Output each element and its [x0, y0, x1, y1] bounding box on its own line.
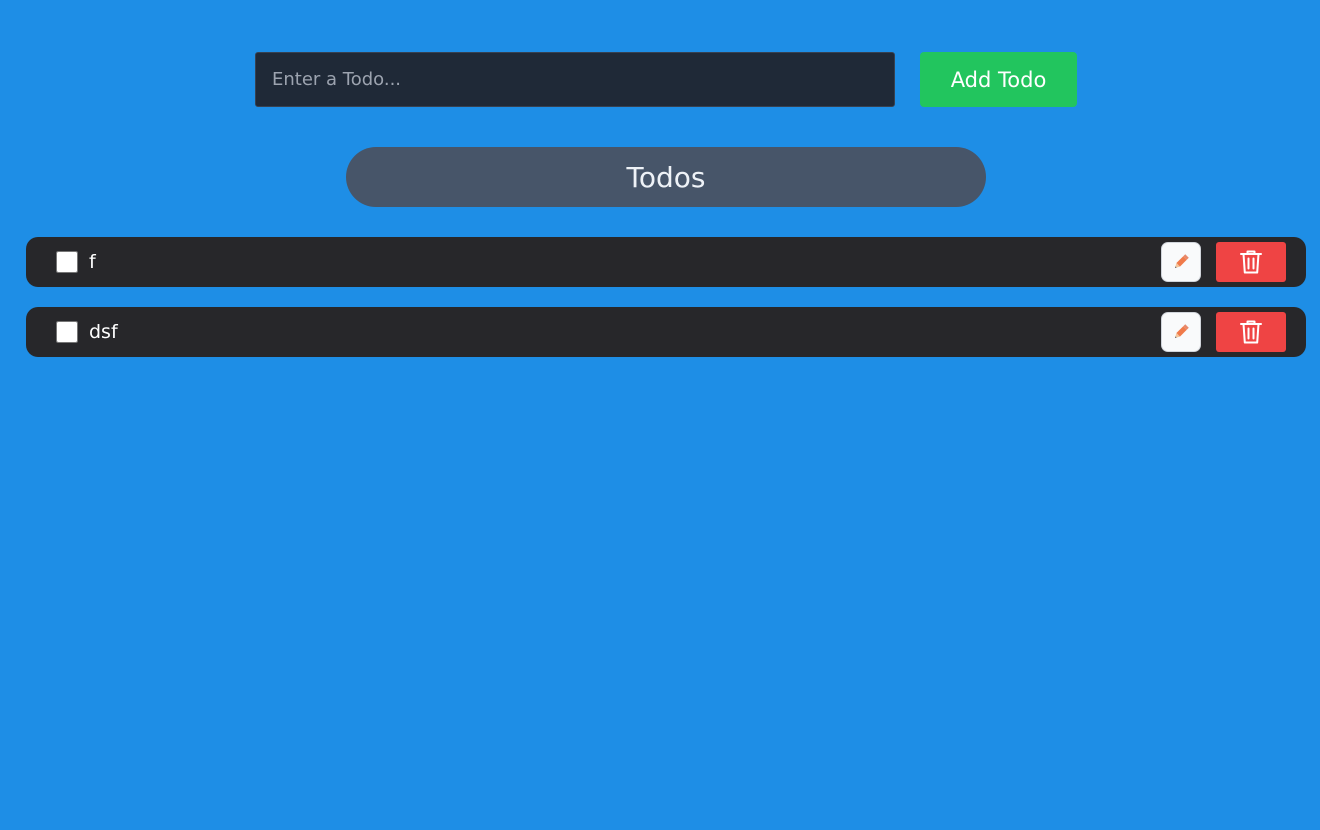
- todo-app: Add Todo Todos f: [0, 0, 1320, 830]
- delete-button[interactable]: [1216, 242, 1286, 282]
- todo-item: f: [26, 237, 1306, 287]
- trash-icon: [1239, 249, 1263, 275]
- delete-button[interactable]: [1216, 312, 1286, 352]
- todo-input[interactable]: [255, 52, 895, 107]
- edit-button[interactable]: [1161, 242, 1201, 282]
- todo-text: dsf: [89, 321, 118, 343]
- pencil-icon: [1171, 252, 1191, 272]
- edit-button[interactable]: [1161, 312, 1201, 352]
- pencil-icon: [1171, 322, 1191, 342]
- add-todo-button[interactable]: Add Todo: [920, 52, 1077, 107]
- add-todo-form: Add Todo: [255, 52, 1077, 107]
- todos-title: Todos: [346, 147, 986, 207]
- todo-checkbox[interactable]: [56, 321, 78, 343]
- todo-checkbox[interactable]: [56, 251, 78, 273]
- todo-item: dsf: [26, 307, 1306, 357]
- todo-list: f dsf: [26, 237, 1306, 377]
- trash-icon: [1239, 319, 1263, 345]
- todo-text: f: [89, 251, 96, 273]
